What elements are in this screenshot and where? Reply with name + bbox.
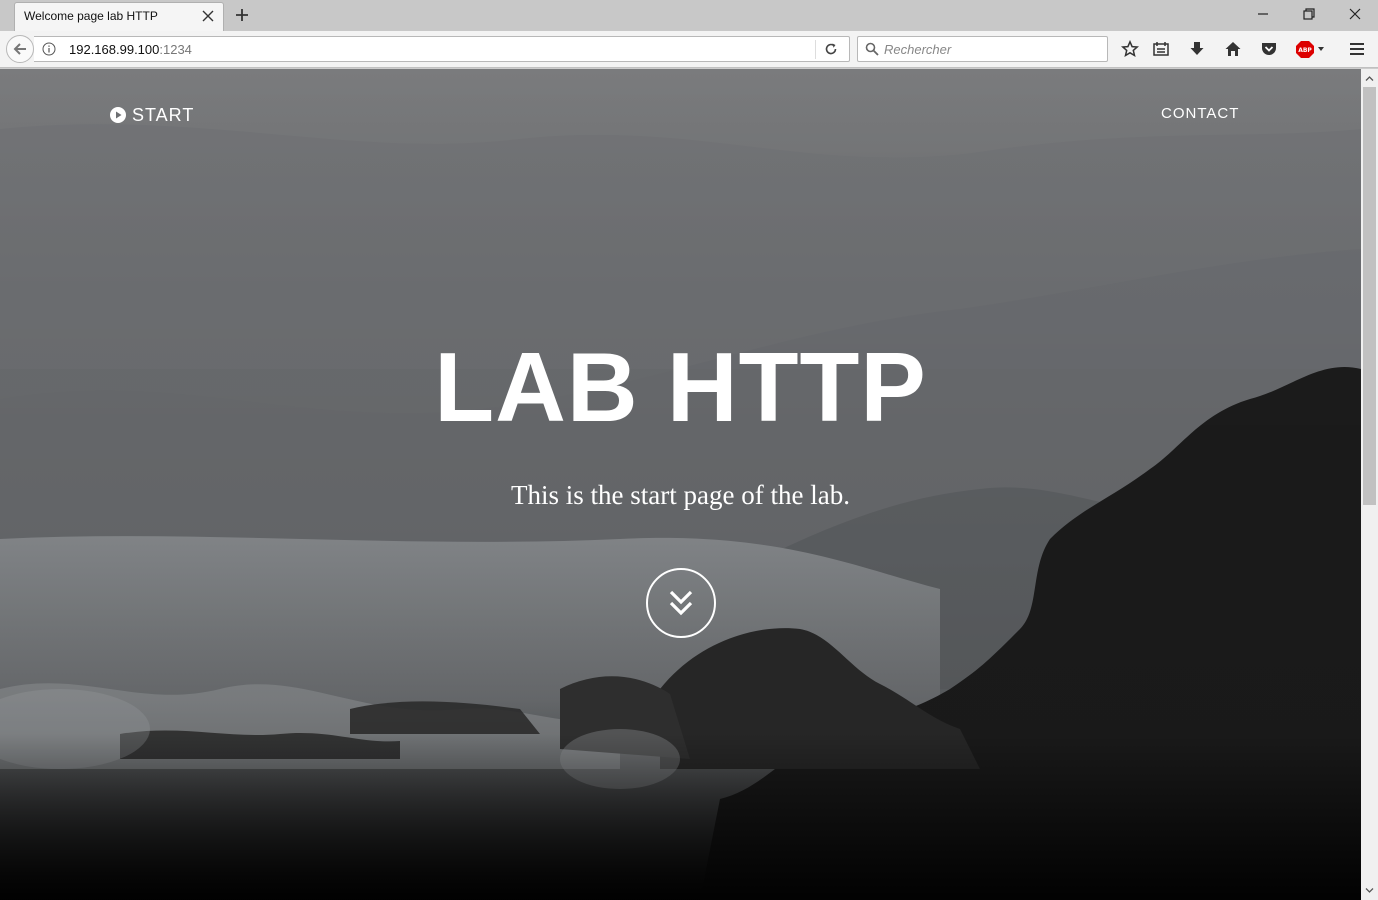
hero-subtitle: This is the start page of the lab. [511, 480, 850, 510]
downloads-icon[interactable] [1188, 40, 1206, 58]
nav-contact-link[interactable]: CONTACT [1161, 105, 1239, 122]
scroll-up-arrow-icon[interactable] [1365, 74, 1374, 83]
new-tab-icon[interactable] [233, 6, 251, 24]
url-host: 192.168.99.100 [69, 42, 160, 57]
vertical-scrollbar[interactable] [1361, 69, 1378, 900]
browser-chrome: Welcome page lab HTTP 192.168.99.100:123… [0, 0, 1378, 69]
address-bar[interactable]: 192.168.99.100:1234 [34, 36, 850, 62]
menu-hamburger-icon[interactable] [1348, 40, 1366, 58]
brand-label: START [132, 104, 195, 125]
scrollbar-thumb[interactable] [1363, 87, 1376, 505]
navigation-toolbar: 192.168.99.100:1234 ABP [0, 31, 1378, 68]
bookmark-star-icon[interactable] [1121, 40, 1139, 58]
back-button[interactable] [6, 35, 34, 63]
site-navbar: START CONTACT [0, 69, 1361, 159]
scroll-down-button[interactable] [646, 568, 716, 638]
pocket-icon[interactable] [1260, 40, 1278, 58]
tab-title: Welcome page lab HTTP [24, 9, 158, 23]
tab-bar: Welcome page lab HTTP [0, 0, 1378, 31]
brand-start-link[interactable]: START [110, 105, 194, 125]
search-input[interactable] [884, 40, 1104, 58]
restore-icon[interactable] [1301, 6, 1317, 22]
tab-active[interactable]: Welcome page lab HTTP [14, 2, 224, 31]
search-bar[interactable] [857, 36, 1108, 62]
back-arrow-icon [13, 43, 26, 55]
page-viewport: START CONTACT LAB HTTP This is the start… [0, 69, 1361, 900]
svg-text:ABP: ABP [1298, 47, 1312, 54]
search-icon [865, 42, 879, 56]
home-icon[interactable] [1224, 40, 1242, 58]
url-divider [815, 40, 816, 59]
double-chevron-down-icon [669, 590, 693, 616]
adblock-plus-icon[interactable]: ABP [1296, 40, 1326, 58]
close-tab-icon[interactable] [201, 9, 215, 23]
hero-title: LAB HTTP [434, 332, 927, 442]
reload-icon[interactable] [824, 42, 838, 56]
url-port: :1234 [159, 42, 192, 57]
scroll-down-arrow-icon[interactable] [1365, 886, 1374, 895]
site-info-icon[interactable] [42, 42, 56, 56]
url-text[interactable]: 192.168.99.100:1234 [69, 42, 192, 57]
play-circle-icon [110, 107, 126, 123]
reading-list-icon[interactable] [1152, 40, 1170, 58]
minimize-icon[interactable] [1255, 6, 1271, 22]
close-window-icon[interactable] [1347, 6, 1363, 22]
